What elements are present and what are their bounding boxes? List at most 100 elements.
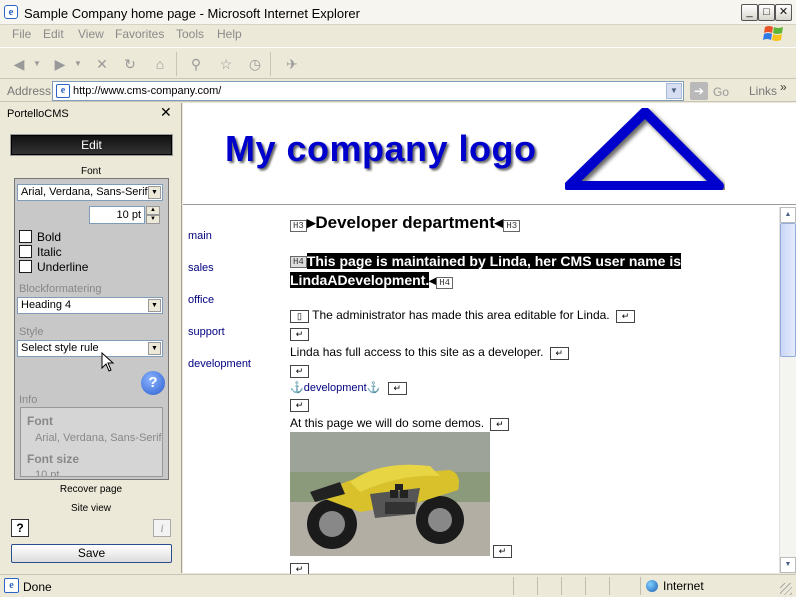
font-family-select[interactable]: Arial, Verdana, Sans-Serif ▼ [17,184,163,201]
return-icon: ↵ [387,382,407,395]
question-button[interactable]: ? [11,519,29,537]
bold-label: Bold [37,230,62,244]
stop-icon[interactable]: ✕ [91,53,113,75]
maximize-button[interactable]: □ [758,4,775,21]
status-separator [609,577,610,595]
nav-link-development[interactable]: development [188,358,251,370]
status-separator [537,577,538,595]
scroll-thumb[interactable] [780,223,796,357]
line-break: ↵ [290,397,309,412]
scroll-down-icon[interactable]: ▼ [780,557,796,573]
anchor-link[interactable]: development [304,382,367,394]
return-icon: ↵ [490,418,510,431]
minimize-button[interactable]: _ [741,4,758,21]
close-icon[interactable]: ✕ [160,104,172,121]
toolbar: ◀ ▼ ▶ ▼ ✕ ↻ ⌂ ⚲ ☆ ◷ ✈ [0,47,796,79]
windows-logo-icon [763,26,783,41]
back-icon[interactable]: ◀ [8,53,30,75]
status-separator [585,577,586,595]
underline-checkbox[interactable] [19,260,32,273]
menu-file[interactable]: File [12,27,31,41]
back-dropdown-icon[interactable]: ▼ [33,59,41,68]
mouse-cursor-icon [101,352,115,372]
forward-icon[interactable]: ▶ [49,53,71,75]
scroll-up-icon[interactable]: ▲ [780,207,796,223]
menu-favorites[interactable]: Favorites [115,27,164,41]
return-icon: ↵ [549,347,569,360]
refresh-icon[interactable]: ↻ [119,53,141,75]
vertical-scrollbar[interactable]: ▲ ▼ [779,207,796,573]
bold-checkbox[interactable] [19,230,32,243]
history-icon[interactable]: ◷ [244,53,266,75]
anchor-row[interactable]: ⚓development⚓ ↵ [290,380,407,395]
resize-grip-icon[interactable] [780,583,792,595]
chevron-down-icon[interactable]: ▼ [666,83,682,99]
forward-dropdown-icon[interactable]: ▼ [74,59,82,68]
blockformatting-select[interactable]: Heading 4 ▼ [17,297,163,314]
status-separator [513,577,514,595]
search-icon[interactable]: ⚲ [185,53,207,75]
recover-page-link[interactable]: Recover page [0,484,182,495]
address-label: Address [7,84,52,98]
editable-paragraph[interactable]: ▯ The administrator has made this area e… [290,308,635,323]
style-select[interactable]: Select style rule ▼ [17,340,163,357]
zone-label: Internet [663,579,704,593]
menu-tools[interactable]: Tools [176,27,204,41]
save-button[interactable]: Save [11,544,172,563]
info-size-key: Font size [27,452,80,466]
logo-triangle-icon [565,108,724,190]
go-label: Go [713,85,730,99]
paragraph-2[interactable]: Linda has full access to this site as a … [290,345,569,360]
paragraph-3[interactable]: At this page we will do some demos. ↵ [290,416,510,431]
anchor-end-icon: ⚓ [366,382,381,394]
menu-help[interactable]: Help [217,27,242,41]
font-size-input[interactable]: 10 pt [89,206,145,224]
chevron-right-icon[interactable]: » [780,80,787,94]
address-url[interactable]: http://www.cms-company.com/ [73,85,221,97]
paragraph-marker-icon: ▯ [290,310,309,323]
info-font-key: Font [27,414,53,428]
return-icon: ↵ [290,328,309,341]
security-zone: Internet [646,579,704,593]
favorites-icon[interactable]: ☆ [215,53,237,75]
selected-heading-block[interactable]: H4 This page is maintained by Linda, her … [290,252,745,290]
nav-link-main[interactable]: main [188,230,212,242]
site-banner: My company logo [183,103,796,205]
paragraph-1-text: The administrator has made this area edi… [312,308,610,322]
italic-checkbox[interactable] [19,245,32,258]
print-icon[interactable]: ✈ [281,53,303,75]
heading-text: Developer department [315,213,495,232]
h3-start-tag: H3 [290,220,307,232]
h3-end-tag: H3 [503,220,521,232]
edit-button[interactable]: Edit [11,135,172,155]
line-break: ↵ [493,543,512,558]
h4-start-tag: H4 [290,256,307,268]
underline-label: Underline [37,260,89,274]
links-button[interactable]: Links [749,84,777,98]
close-button[interactable]: ✕ [775,4,792,21]
nav-link-support[interactable]: support [188,326,225,338]
site-view-link[interactable]: Site view [0,503,182,514]
page-icon: e [56,84,70,98]
page-heading[interactable]: H3 ▸Developer department◂ H3 [290,213,521,233]
info-label: Info [19,394,38,406]
home-icon[interactable]: ⌂ [149,53,171,75]
cms-panel: PortelloCMS ✕ Edit Font Arial, Verdana, … [0,103,182,573]
nav-link-office[interactable]: office [188,294,214,306]
menu-edit[interactable]: Edit [43,27,64,41]
spin-down-icon[interactable]: ▼ [146,215,160,224]
motorcycle-image[interactable] [290,432,490,556]
return-icon: ↵ [290,399,309,412]
go-arrow-icon: ➔ [690,82,708,100]
line-break: ↵ [290,363,309,378]
menu-view[interactable]: View [78,27,104,41]
h4-end-tag: H4 [436,277,454,289]
address-input[interactable]: e http://www.cms-company.com/ ▼ [52,81,684,101]
globe-icon [646,580,658,592]
nav-link-sales[interactable]: sales [188,262,214,274]
info-button[interactable]: i [153,519,171,537]
chevron-down-icon: ▼ [148,186,161,199]
spin-up-icon[interactable]: ▲ [146,206,160,215]
help-icon[interactable]: ? [141,371,165,395]
cms-panel-title: PortelloCMS [7,108,69,120]
